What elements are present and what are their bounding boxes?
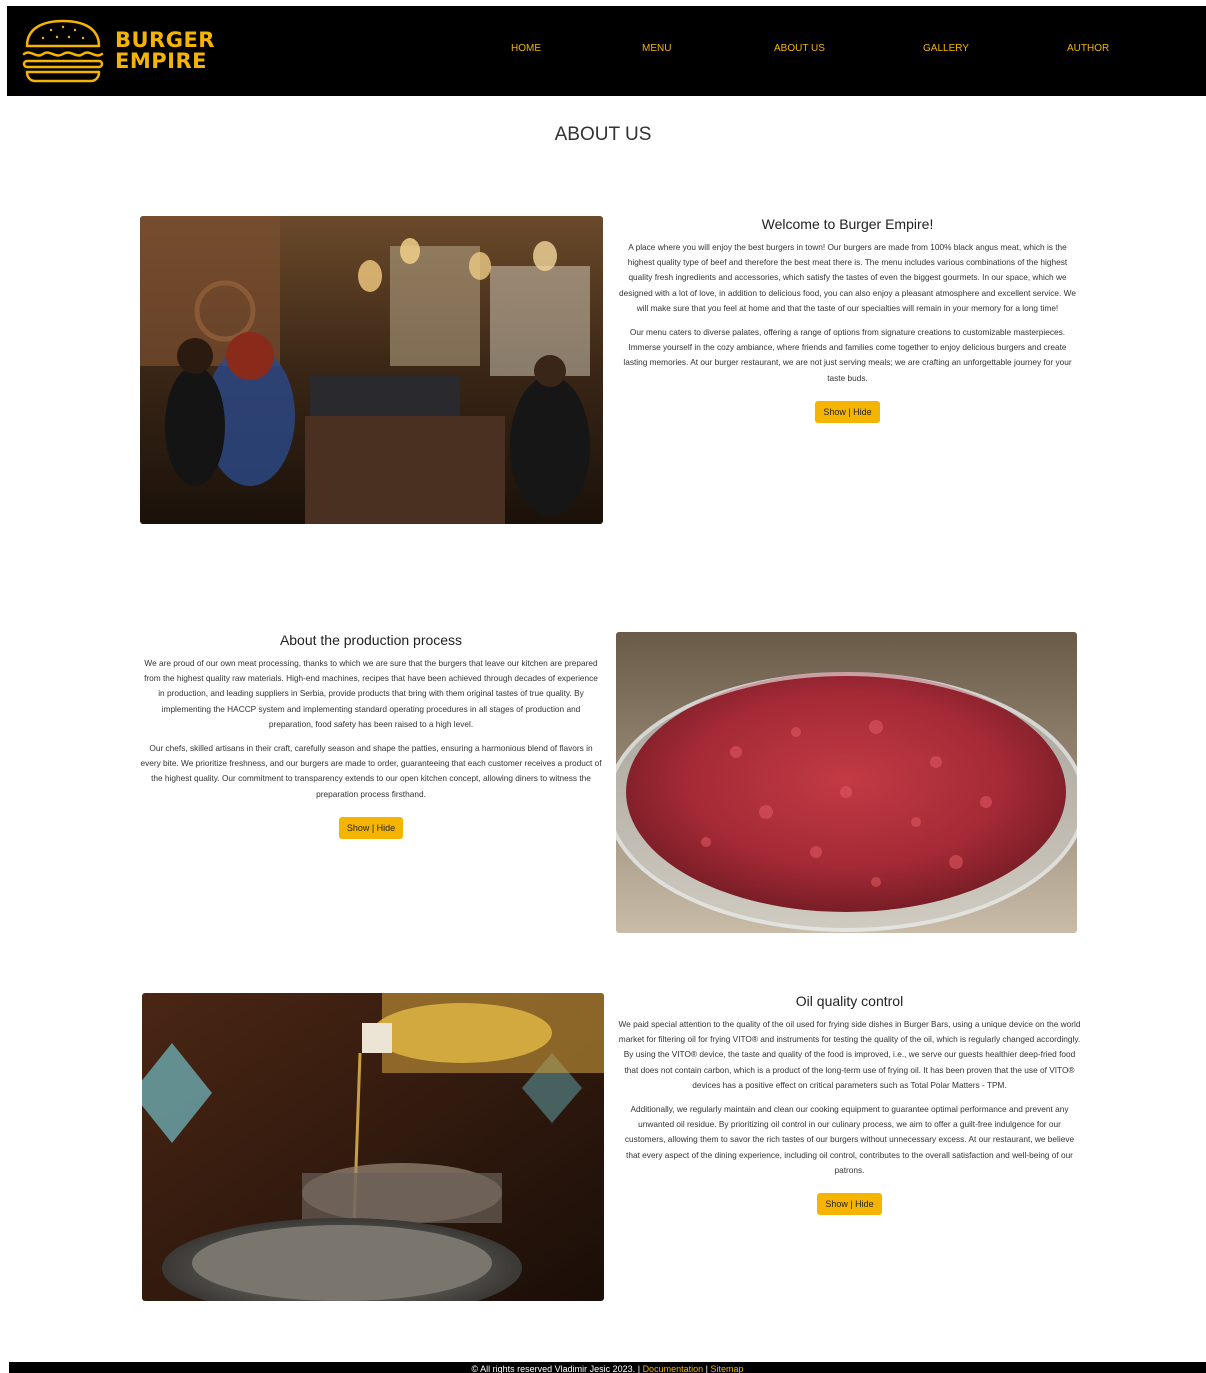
footer-separator: | [705, 1364, 708, 1373]
section-paragraph: A place where you will enjoy the best bu… [619, 242, 1076, 313]
oil-pouring-image [142, 993, 604, 1301]
main-nav: HOME MENU ABOUT US GALLERY AUTHOR [7, 43, 1206, 63]
section-paragraph: We are proud of our own meat processing,… [144, 658, 598, 729]
nav-home[interactable]: HOME [511, 43, 541, 54]
section-paragraph: Our chefs, skilled artisans in their cra… [140, 743, 602, 799]
nav-about-us[interactable]: ABOUT US [774, 43, 825, 54]
ground-meat-image [616, 632, 1077, 933]
section-heading: Oil quality control [795, 993, 904, 1009]
footer-documentation-link[interactable]: Documentation [643, 1364, 704, 1373]
show-hide-button[interactable]: Show | Hide [815, 400, 880, 423]
page-title: ABOUT US [554, 124, 652, 145]
section-paragraph: Our menu caters to diverse palates, offe… [623, 327, 1072, 383]
section-heading: Welcome to Burger Empire! [761, 216, 934, 232]
section-heading: About the production process [279, 632, 463, 648]
section-paragraph: Additionally, we regularly maintain and … [624, 1104, 1075, 1175]
site-footer: © All rights reserved Vladimir Jesic 202… [9, 1362, 1206, 1373]
restaurant-interior-image [140, 216, 603, 524]
site-header: BURGER EMPIRE HOME MENU ABOUT US GALLERY… [7, 6, 1206, 96]
show-hide-button[interactable]: Show | Hide [338, 816, 404, 839]
nav-gallery[interactable]: GALLERY [923, 43, 969, 54]
footer-copyright: © All rights reserved Vladimir Jesic 202… [471, 1364, 636, 1373]
section-paragraph: We paid special attention to the quality… [618, 1019, 1081, 1090]
section-welcome: Welcome to Burger Empire! A place where … [616, 216, 1079, 423]
section-production: About the production process We are prou… [140, 632, 602, 839]
section-oil-quality: Oil quality control We paid special atte… [618, 993, 1081, 1216]
footer-separator: | [637, 1364, 641, 1373]
show-hide-button[interactable]: Show | Hide [817, 1193, 882, 1216]
footer-sitemap-link[interactable]: Sitemap [710, 1364, 743, 1373]
nav-menu[interactable]: MENU [642, 43, 671, 54]
nav-author[interactable]: AUTHOR [1067, 43, 1109, 54]
